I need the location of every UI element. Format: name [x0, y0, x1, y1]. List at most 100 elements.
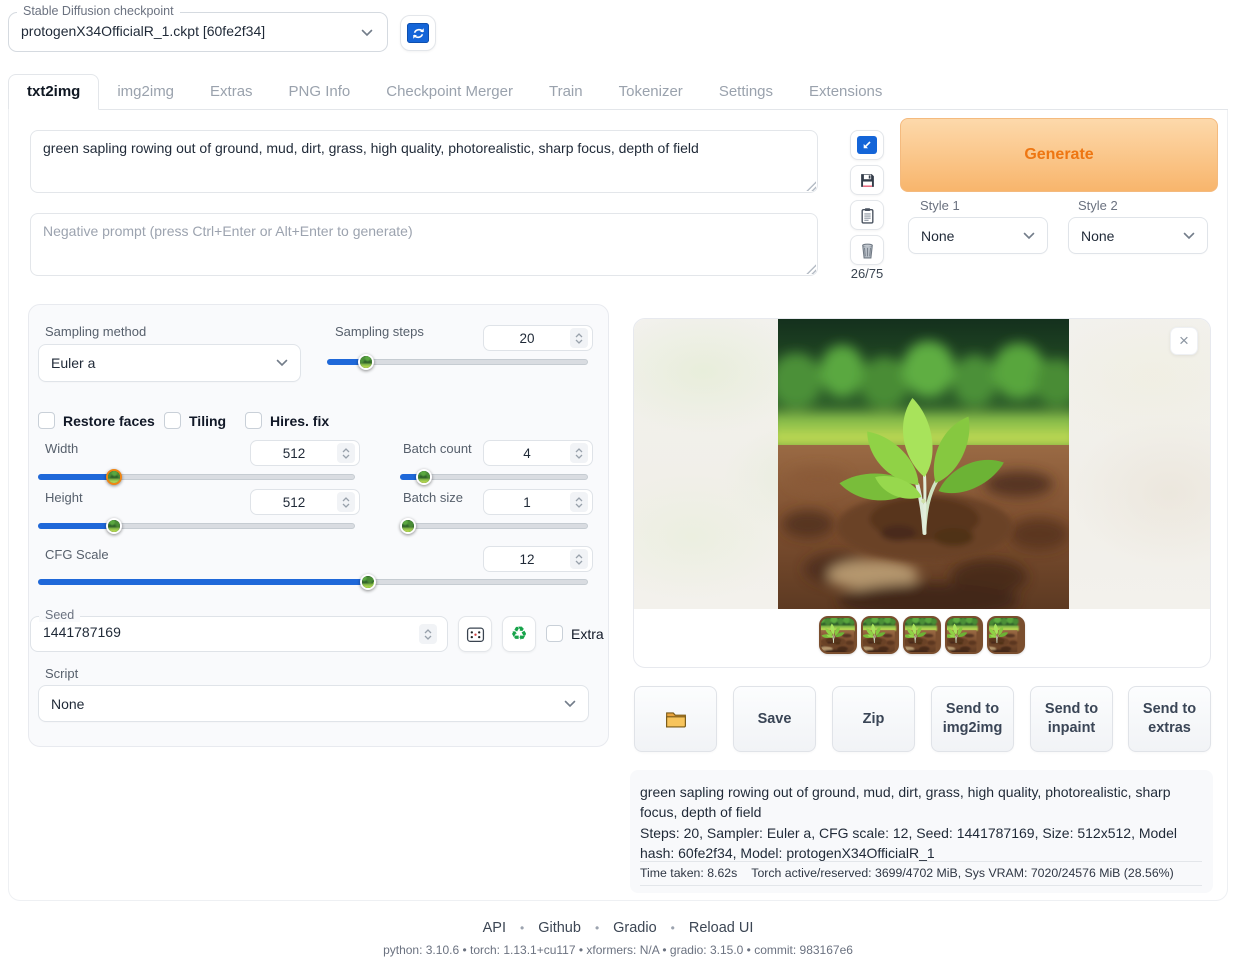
batch-count-input[interactable]: [483, 440, 593, 466]
restore-faces-checkbox[interactable]: [38, 412, 55, 429]
chevron-down-icon: [1023, 232, 1035, 240]
hires-fix-checkbox[interactable]: [245, 412, 262, 429]
footer-link-api[interactable]: API: [483, 920, 506, 936]
folder-icon: [665, 710, 687, 728]
chevron-down-icon: [276, 359, 288, 367]
tab-train[interactable]: Train: [531, 75, 601, 109]
gallery-thumbnail-4[interactable]: [945, 616, 983, 654]
dice-icon: [466, 625, 485, 644]
tab-tokenizer[interactable]: Tokenizer: [601, 75, 701, 109]
sampling-method-dropdown[interactable]: Euler a: [38, 344, 301, 382]
chevron-down-icon: [564, 700, 576, 708]
tab-txt2img[interactable]: txt2img: [8, 74, 99, 110]
negative-prompt-input[interactable]: [30, 213, 818, 276]
stepper-arrows-icon[interactable]: [337, 492, 355, 512]
seed-input[interactable]: Seed: [30, 616, 448, 652]
extra-seed-checkbox[interactable]: [546, 625, 563, 642]
performance-stats: Time taken: 8.62s Torch active/reserved: …: [640, 861, 1202, 886]
zip-button[interactable]: Zip: [832, 686, 915, 752]
generate-button[interactable]: Generate: [900, 118, 1218, 192]
floppy-disk-icon: [859, 172, 876, 189]
stepper-arrows-icon[interactable]: [570, 549, 588, 569]
gallery-thumbnail-2[interactable]: [861, 616, 899, 654]
close-icon: ×: [1179, 331, 1189, 351]
footer-link-github[interactable]: Github: [538, 920, 581, 936]
chevron-down-icon: [1183, 232, 1195, 240]
token-counter: 26/75: [846, 266, 888, 281]
tab-extensions[interactable]: Extensions: [791, 75, 900, 109]
sampling-steps-slider[interactable]: [327, 354, 588, 370]
cfg-scale-input[interactable]: [483, 546, 593, 572]
width-input[interactable]: [250, 440, 360, 466]
cfg-scale-label: CFG Scale: [45, 547, 109, 562]
send-to-img2img-button[interactable]: Send to img2img: [931, 686, 1014, 752]
height-label: Height: [45, 490, 83, 505]
generation-info-panel: green sapling rowing out of ground, mud,…: [630, 770, 1213, 893]
style1-dropdown[interactable]: None: [908, 217, 1048, 254]
stepper-arrows-icon[interactable]: [419, 624, 437, 644]
cfg-scale-slider[interactable]: [38, 574, 588, 590]
gallery-thumbnails: [634, 616, 1210, 654]
height-slider[interactable]: [38, 518, 355, 534]
stepper-arrows-icon[interactable]: [570, 328, 588, 348]
width-slider[interactable]: [38, 469, 355, 485]
prompt-input[interactable]: green sapling rowing out of ground, mud,…: [30, 130, 818, 193]
batch-size-input[interactable]: [483, 489, 593, 515]
footer-link-reload-ui[interactable]: Reload UI: [689, 920, 753, 936]
send-to-extras-button[interactable]: Send to extras: [1128, 686, 1211, 752]
arrow-down-left-icon: [857, 136, 877, 154]
script-dropdown[interactable]: None: [38, 685, 589, 722]
output-gallery: ×: [633, 318, 1211, 668]
footer-links: API • Github • Gradio • Reload UI: [0, 920, 1236, 936]
extra-seed-label: Extra: [571, 626, 604, 642]
stepper-arrows-icon[interactable]: [570, 443, 588, 463]
gallery-thumbnail-1[interactable]: [819, 616, 857, 654]
checkpoint-value: protogenX34OfficialR_1.ckpt [60fe2f34]: [21, 23, 265, 39]
refresh-checkpoint-button[interactable]: [400, 15, 436, 51]
generated-image[interactable]: [778, 319, 1069, 609]
script-label: Script: [45, 666, 78, 681]
refresh-icon: [407, 23, 429, 43]
time-taken-text: Time taken: 8.62s: [640, 866, 737, 880]
tiling-label: Tiling: [189, 413, 226, 429]
batch-count-label: Batch count: [403, 441, 472, 456]
footer-link-gradio[interactable]: Gradio: [613, 920, 657, 936]
gallery-thumbnail-5[interactable]: [987, 616, 1025, 654]
reuse-seed-button[interactable]: ♻: [502, 616, 536, 652]
bullet-separator: •: [595, 921, 599, 935]
tiling-checkbox[interactable]: [164, 412, 181, 429]
footer-version-info: python: 3.10.6 • torch: 1.13.1+cu117 • x…: [0, 943, 1236, 957]
save-style-button[interactable]: [850, 165, 884, 195]
random-seed-button[interactable]: [458, 616, 492, 652]
hires-fix-label: Hires. fix: [270, 413, 329, 429]
tab-extras[interactable]: Extras: [192, 75, 271, 109]
stepper-arrows-icon[interactable]: [570, 492, 588, 512]
sampling-method-value: Euler a: [51, 355, 95, 371]
seed-label: Seed: [39, 608, 80, 622]
tab-png-info[interactable]: PNG Info: [271, 75, 369, 109]
batch-size-label: Batch size: [403, 490, 463, 505]
style2-dropdown[interactable]: None: [1068, 217, 1208, 254]
script-value: None: [51, 696, 84, 712]
tab-checkpoint-merger[interactable]: Checkpoint Merger: [368, 75, 531, 109]
gallery-thumbnail-3[interactable]: [903, 616, 941, 654]
paste-generation-params-button[interactable]: [850, 130, 884, 160]
open-folder-button[interactable]: [634, 686, 717, 752]
clear-prompt-button[interactable]: [850, 235, 884, 265]
restore-faces-label: Restore faces: [63, 413, 155, 429]
close-gallery-button[interactable]: ×: [1170, 327, 1198, 355]
stepper-arrows-icon[interactable]: [337, 443, 355, 463]
bullet-separator: •: [520, 921, 524, 935]
tab-img2img[interactable]: img2img: [99, 75, 192, 109]
apply-style-button[interactable]: [850, 200, 884, 230]
clipboard-icon: [859, 207, 876, 224]
sampling-steps-input[interactable]: [483, 325, 593, 351]
height-input[interactable]: [250, 489, 360, 515]
send-to-inpaint-button[interactable]: Send to inpaint: [1030, 686, 1113, 752]
tab-settings[interactable]: Settings: [701, 75, 791, 109]
batch-size-slider[interactable]: [400, 518, 588, 534]
save-button[interactable]: Save: [733, 686, 816, 752]
vram-stats-text: Torch active/reserved: 3699/4702 MiB, Sy…: [751, 866, 1173, 880]
batch-count-slider[interactable]: [400, 469, 588, 485]
checkpoint-dropdown[interactable]: Stable Diffusion checkpoint protogenX34O…: [8, 12, 388, 52]
